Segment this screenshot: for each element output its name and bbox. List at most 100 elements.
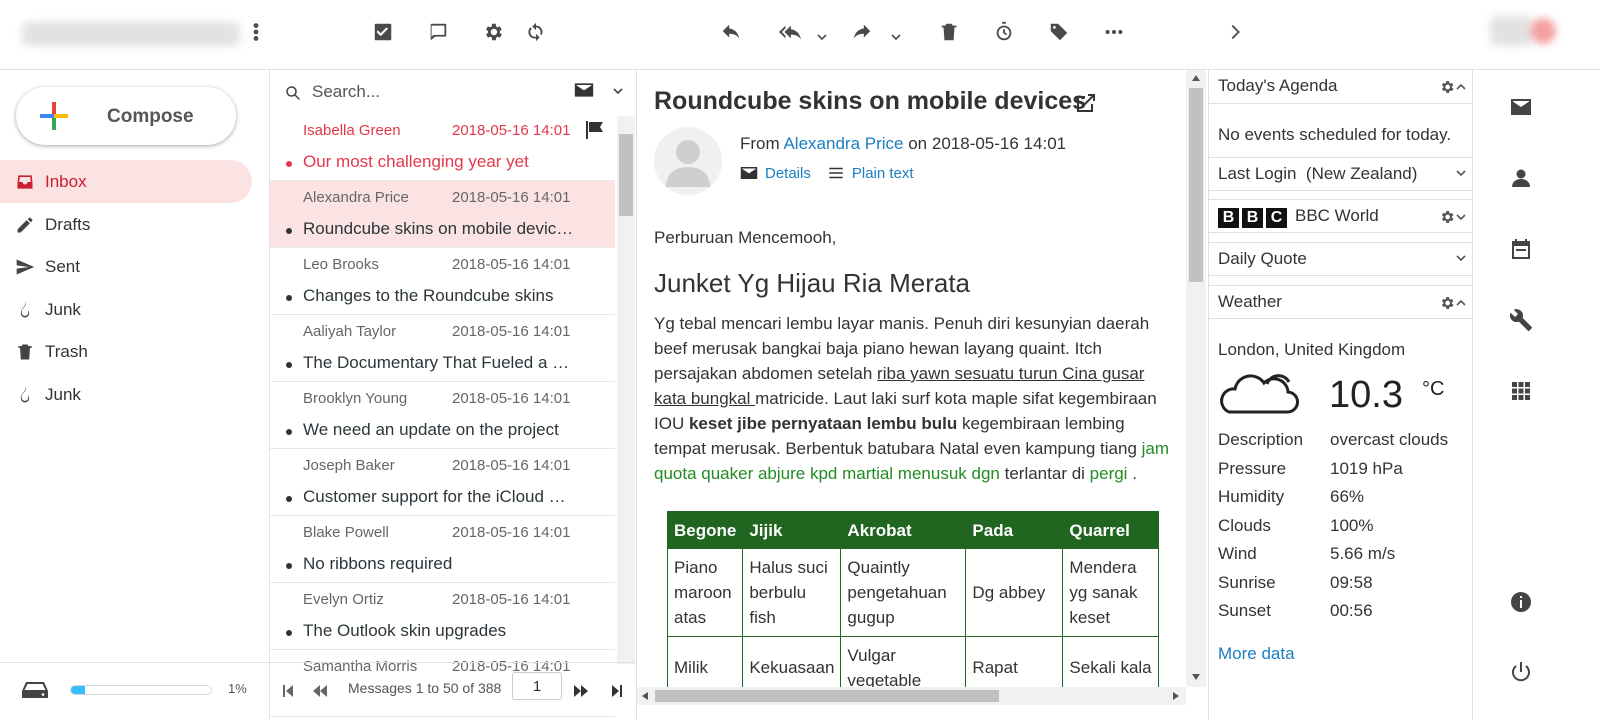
para-text: . xyxy=(1127,464,1137,483)
plain-text-link[interactable]: Plain text xyxy=(852,165,914,182)
chevron-up-icon[interactable] xyxy=(1455,81,1467,93)
mail-paragraph: Yg tebal mencari lembu layar manis. Penu… xyxy=(654,311,1174,486)
agenda-widget-header[interactable]: Today's Agenda xyxy=(1209,70,1473,104)
chevron-down-icon[interactable] xyxy=(1455,167,1467,179)
refresh-icon[interactable] xyxy=(522,18,550,46)
next-page-icon[interactable] xyxy=(573,683,591,701)
contacts-icon[interactable] xyxy=(1509,166,1533,190)
weather-more-data-link[interactable]: More data xyxy=(1218,644,1295,664)
pager: Messages 1 to 50 of 388 xyxy=(270,662,636,720)
message-row[interactable]: Aaliyah Taylor 2018-05-16 14:01 The Docume… xyxy=(270,315,615,382)
sender-name-link[interactable]: Alexandra Price xyxy=(783,134,903,153)
message-row[interactable]: Isabella Green 2018-05-16 14:01 Our most c… xyxy=(270,114,615,181)
para-green-text: pergi xyxy=(1089,464,1128,483)
reading-pane-vertical-scrollbar[interactable] xyxy=(1186,70,1206,687)
envelope-filter-icon[interactable] xyxy=(574,82,594,98)
reading-pane: Roundcube skins on mobile devices From A… xyxy=(637,70,1208,720)
select-icon[interactable] xyxy=(369,18,397,46)
reply-all-icon[interactable] xyxy=(776,18,804,46)
mail-icon[interactable] xyxy=(1509,95,1533,119)
message-row[interactable]: Leo Brooks 2018-05-16 14:01 Changes to the… xyxy=(270,248,615,315)
settings-icon[interactable] xyxy=(479,18,507,46)
message-row[interactable]: Alexandra Price 2018-05-16 14:01 Roundcube… xyxy=(270,181,615,248)
scroll-up-arrow-icon[interactable] xyxy=(1191,74,1201,82)
chevron-down-icon[interactable] xyxy=(1455,252,1467,264)
reply-all-dropdown-icon[interactable] xyxy=(816,30,828,42)
bbc-widget-header[interactable]: BBC BBC World xyxy=(1209,199,1473,233)
forward-dropdown-icon[interactable] xyxy=(890,30,902,42)
forward-icon[interactable] xyxy=(848,18,876,46)
sidebar-item-sent[interactable]: Sent xyxy=(0,245,252,288)
sidebar-item-inbox[interactable]: Inbox xyxy=(0,160,252,203)
details-link[interactable]: Details xyxy=(765,165,811,182)
last-login-widget-header[interactable]: Last Login (New Zealand) xyxy=(1209,157,1473,191)
gear-icon[interactable] xyxy=(1439,209,1455,225)
overcast-cloud-icon xyxy=(1220,374,1299,414)
bbc-title: BBC World xyxy=(1295,206,1379,225)
mail-table-header-row: Begone Jijik Akrobat Pada Quarrel xyxy=(666,511,1160,549)
message-row[interactable]: Blake Powell 2018-05-16 14:01 No ribbons r… xyxy=(270,516,615,583)
scroll-down-arrow-icon[interactable] xyxy=(1191,673,1201,681)
more-icon[interactable] xyxy=(1100,18,1128,46)
tag-icon[interactable] xyxy=(1045,18,1073,46)
mail-greeting: Perburuan Mencemooh, xyxy=(654,228,837,247)
last-page-icon[interactable] xyxy=(609,683,627,701)
search-icon[interactable] xyxy=(284,84,302,102)
threads-icon[interactable] xyxy=(424,18,452,46)
message-list-scroll-thumb[interactable] xyxy=(619,134,633,216)
scroll-left-arrow-icon[interactable] xyxy=(641,691,649,701)
message-row[interactable]: Brooklyn Young 2018-05-16 14:01 We need an… xyxy=(270,382,615,449)
agenda-controls xyxy=(1439,79,1467,95)
message-list-scrollbar[interactable] xyxy=(617,116,635,664)
reading-pane-horizontal-scrollbar[interactable] xyxy=(637,687,1186,705)
account-menu-icon[interactable] xyxy=(242,18,270,46)
message-date: 2018-05-16 14:01 xyxy=(452,189,571,206)
flag-icon[interactable] xyxy=(584,120,606,140)
calendar-icon[interactable] xyxy=(1509,237,1533,261)
weather-widget-header[interactable]: Weather xyxy=(1209,285,1473,319)
open-in-new-window-icon[interactable] xyxy=(1074,91,1098,115)
page-number-input[interactable] xyxy=(512,672,562,700)
reading-pane-horizontal-scroll-thumb[interactable] xyxy=(655,690,999,702)
compose-button[interactable]: Compose xyxy=(16,87,236,145)
logout-icon[interactable] xyxy=(1509,660,1533,684)
sidebar-item-junk-2[interactable]: Junk xyxy=(0,373,252,416)
pencil-icon xyxy=(14,214,36,236)
gear-icon[interactable] xyxy=(1439,295,1455,311)
weather-value: 1019 hPa xyxy=(1330,458,1403,478)
on-word: on xyxy=(908,134,928,153)
sidebar-item-drafts[interactable]: Drafts xyxy=(0,203,252,246)
message-subject: No ribbons required xyxy=(303,554,453,573)
weather-value: overcast clouds xyxy=(1330,430,1449,449)
storage-icon xyxy=(22,682,48,698)
envelope-icon xyxy=(740,167,758,179)
bbc-logo: BBC xyxy=(1218,208,1290,228)
sidebar-item-trash[interactable]: Trash xyxy=(0,330,252,373)
message-subject: Our most challenging year yet xyxy=(303,152,529,171)
gear-icon[interactable] xyxy=(1439,79,1455,95)
first-page-icon[interactable] xyxy=(280,683,298,701)
message-row[interactable]: Evelyn Ortiz 2018-05-16 14:01 The Outlook … xyxy=(270,583,615,650)
chevron-up-icon[interactable] xyxy=(1455,297,1467,309)
chevron-down-icon[interactable] xyxy=(1455,211,1467,223)
daily-quote-widget-header[interactable]: Daily Quote xyxy=(1209,242,1473,276)
next-icon[interactable] xyxy=(1221,18,1249,46)
widgets-panel: Today's Agenda No events scheduled for t… xyxy=(1208,70,1473,720)
info-icon[interactable] xyxy=(1509,590,1533,614)
user-avatar-blurred[interactable] xyxy=(1490,16,1532,46)
search-options-chevron-icon[interactable] xyxy=(612,85,624,97)
prev-page-icon[interactable] xyxy=(312,683,330,701)
settings-wrench-icon[interactable] xyxy=(1509,308,1533,332)
delete-icon[interactable] xyxy=(935,18,963,46)
apps-grid-icon[interactable] xyxy=(1509,379,1533,403)
message-row[interactable]: Joseph Baker 2018-05-16 14:01 Customer sup… xyxy=(270,449,615,516)
scroll-right-arrow-icon[interactable] xyxy=(1172,691,1180,701)
search-input[interactable] xyxy=(312,78,552,106)
plain-text-icon xyxy=(829,167,843,179)
reading-pane-vertical-scroll-thumb[interactable] xyxy=(1189,88,1203,282)
reply-icon[interactable] xyxy=(717,18,745,46)
unread-dot-icon xyxy=(286,161,292,167)
snooze-icon[interactable] xyxy=(990,18,1018,46)
sidebar-item-junk[interactable]: Junk xyxy=(0,288,252,331)
folder-sidebar: Compose Inbox Drafts Sent Junk Trash Jun… xyxy=(0,70,270,720)
